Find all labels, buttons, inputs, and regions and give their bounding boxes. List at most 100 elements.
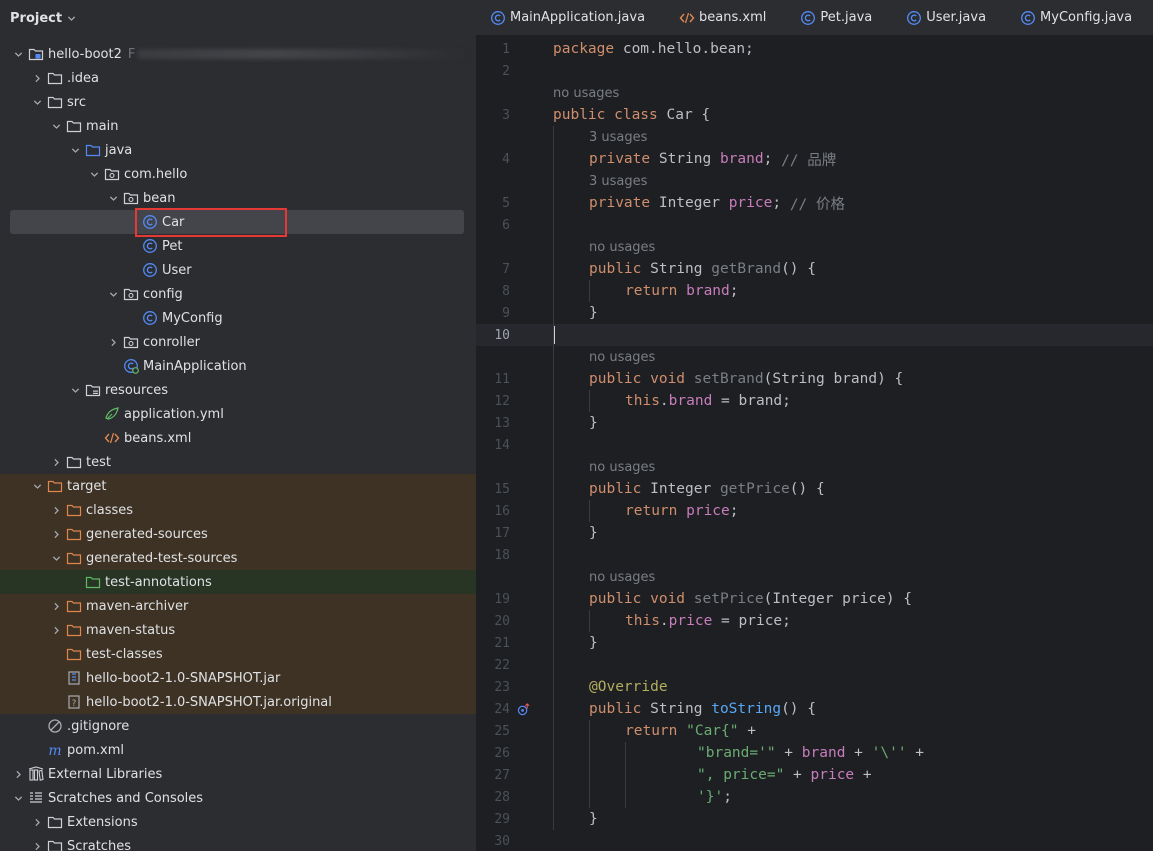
code-line[interactable]: 4 private String brand; // 品牌	[476, 148, 1153, 170]
chevron-down-icon[interactable]	[48, 118, 64, 134]
tree-item-conroller[interactable]: conroller	[0, 330, 476, 354]
chevron-right-icon[interactable]	[29, 70, 45, 86]
tree-item-idea[interactable]: .idea	[0, 66, 476, 90]
code-line[interactable]: 2	[476, 60, 1153, 82]
chevron-right-icon[interactable]	[29, 838, 45, 851]
usages-hint[interactable]: no usages	[589, 240, 655, 255]
tree-item-test[interactable]: test	[0, 450, 476, 474]
code-area[interactable]: 1 package com.hello.bean; 2 no usages 3 publi…	[476, 38, 1153, 851]
tree-item-user[interactable]: User	[0, 258, 476, 282]
chevron-right-icon[interactable]	[10, 766, 26, 782]
code-inlay-hint-line[interactable]: no usages	[476, 236, 1153, 258]
usages-hint[interactable]: no usages	[553, 86, 619, 101]
code-line[interactable]: 3 public class Car {	[476, 104, 1153, 126]
tree-item-main[interactable]: main	[0, 114, 476, 138]
tree-item-test-classes[interactable]: test-classes	[0, 642, 476, 666]
code-line[interactable]: 12 this. brand = brand;	[476, 390, 1153, 412]
code-line[interactable]: 13}	[476, 412, 1153, 434]
tree-item-mainapplication[interactable]: MainApplication	[0, 354, 476, 378]
chevron-down-icon[interactable]	[67, 382, 83, 398]
chevron-down-icon[interactable]	[67, 142, 83, 158]
chevron-right-icon[interactable]	[48, 598, 64, 614]
chevron-down-icon[interactable]	[29, 94, 45, 110]
code-line[interactable]: 19 public void setPrice (Integer price) {	[476, 588, 1153, 610]
code-line[interactable]: 29}	[476, 808, 1153, 830]
tree-item-config[interactable]: config	[0, 282, 476, 306]
tree-item-hello-boot2-1-0-snapshot-jar-original[interactable]: ? hello-boot2-1.0-SNAPSHOT.jar.original	[0, 690, 476, 714]
tree-item-myconfig[interactable]: MyConfig	[0, 306, 476, 330]
code-line[interactable]: 21}	[476, 632, 1153, 654]
code-inlay-hint-line[interactable]: no usages	[476, 82, 1153, 104]
tree-item-maven-status[interactable]: maven-status	[0, 618, 476, 642]
code-line[interactable]: 23 @Override	[476, 676, 1153, 698]
chevron-right-icon[interactable]	[29, 814, 45, 830]
tree-item-java[interactable]: java	[0, 138, 476, 162]
usages-hint[interactable]: no usages	[589, 460, 655, 475]
tree-item-pom-xml[interactable]: m pom.xml	[0, 738, 476, 762]
code-line[interactable]: 6	[476, 214, 1153, 236]
tab-pet-java[interactable]: Pet.java	[786, 0, 892, 35]
tree-item-target[interactable]: target	[0, 474, 476, 498]
tree-item-generated-test-sources[interactable]: generated-test-sources	[0, 546, 476, 570]
tree-item-generated-sources[interactable]: generated-sources	[0, 522, 476, 546]
tree-item-external-libraries[interactable]: External Libraries	[0, 762, 476, 786]
code-line[interactable]: 28 '}';	[476, 786, 1153, 808]
code-line[interactable]: 9}	[476, 302, 1153, 324]
tree-item-maven-archiver[interactable]: maven-archiver	[0, 594, 476, 618]
tree-item-application-yml[interactable]: application.yml	[0, 402, 476, 426]
chevron-right-icon[interactable]	[48, 454, 64, 470]
code-line[interactable]: 18	[476, 544, 1153, 566]
code-line[interactable]: 24 public String toString() {	[476, 698, 1153, 720]
chevron-right-icon[interactable]	[48, 526, 64, 542]
code-line[interactable]: 5 private Integer price; // 价格	[476, 192, 1153, 214]
usages-hint[interactable]: 3 usages	[589, 174, 647, 189]
tree-item-scratches-and-consoles[interactable]: Scratches and Consoles	[0, 786, 476, 810]
usages-hint[interactable]: no usages	[589, 570, 655, 585]
code-line[interactable]: 20 this. price = price;	[476, 610, 1153, 632]
code-line[interactable]: 25 return "Car{" +	[476, 720, 1153, 742]
chevron-down-icon[interactable]	[86, 166, 102, 182]
chevron-down-icon[interactable]	[67, 14, 76, 23]
code-line[interactable]: 15 public Integer getPrice() {	[476, 478, 1153, 500]
code-line[interactable]: 26 "brand='" + brand + '\'' +	[476, 742, 1153, 764]
chevron-right-icon[interactable]	[105, 334, 121, 350]
code-inlay-hint-line[interactable]: no usages	[476, 456, 1153, 478]
tab-myconfig-java[interactable]: MyConfig.java	[1006, 0, 1152, 35]
chevron-right-icon[interactable]	[48, 502, 64, 518]
code-line[interactable]: 17}	[476, 522, 1153, 544]
chevron-down-icon[interactable]	[10, 46, 26, 62]
tree-item-src[interactable]: src	[0, 90, 476, 114]
chevron-right-icon[interactable]	[48, 622, 64, 638]
tab-beans-xml[interactable]: beans.xml	[665, 0, 786, 35]
code-inlay-hint-line[interactable]: 3 usages	[476, 126, 1153, 148]
chevron-down-icon[interactable]	[29, 478, 45, 494]
usages-hint[interactable]: 3 usages	[589, 130, 647, 145]
tab-mainapplication-java[interactable]: MainApplication.java	[476, 0, 665, 35]
code-line[interactable]: 16 return price;	[476, 500, 1153, 522]
chevron-down-icon[interactable]	[48, 550, 64, 566]
code-inlay-hint-line[interactable]: no usages	[476, 346, 1153, 368]
project-panel-title[interactable]: Project	[10, 11, 62, 26]
tab-user-java[interactable]: User.java	[892, 0, 1006, 35]
chevron-down-icon[interactable]	[10, 790, 26, 806]
code-inlay-hint-line[interactable]: 3 usages	[476, 170, 1153, 192]
tree-item-pet[interactable]: Pet	[0, 234, 476, 258]
tree-item-extensions[interactable]: Extensions	[0, 810, 476, 834]
code-line[interactable]: 11 public void setBrand (String brand) {	[476, 368, 1153, 390]
project-panel-header[interactable]: Project	[0, 0, 476, 36]
tree-item-car[interactable]: Car	[0, 210, 476, 234]
code-line[interactable]: 10	[476, 324, 1153, 346]
code-inlay-hint-line[interactable]: no usages	[476, 566, 1153, 588]
code-line[interactable]: 14	[476, 434, 1153, 456]
tree-item-test-annotations[interactable]: test-annotations	[0, 570, 476, 594]
tree-item-hello-boot2[interactable]: hello-boot2 F	[0, 42, 476, 66]
tree-item-beans-xml[interactable]: beans.xml	[0, 426, 476, 450]
code-line[interactable]: 27 ", price=" + price +	[476, 764, 1153, 786]
tree-item-bean[interactable]: bean	[0, 186, 476, 210]
usages-hint[interactable]: no usages	[589, 350, 655, 365]
code-line[interactable]: 30	[476, 830, 1153, 851]
tree-item-classes[interactable]: classes	[0, 498, 476, 522]
tree-item-hello-boot2-1-0-snapshot-jar[interactable]: hello-boot2-1.0-SNAPSHOT.jar	[0, 666, 476, 690]
tree-item-com-hello[interactable]: com.hello	[0, 162, 476, 186]
code-line[interactable]: 22	[476, 654, 1153, 676]
